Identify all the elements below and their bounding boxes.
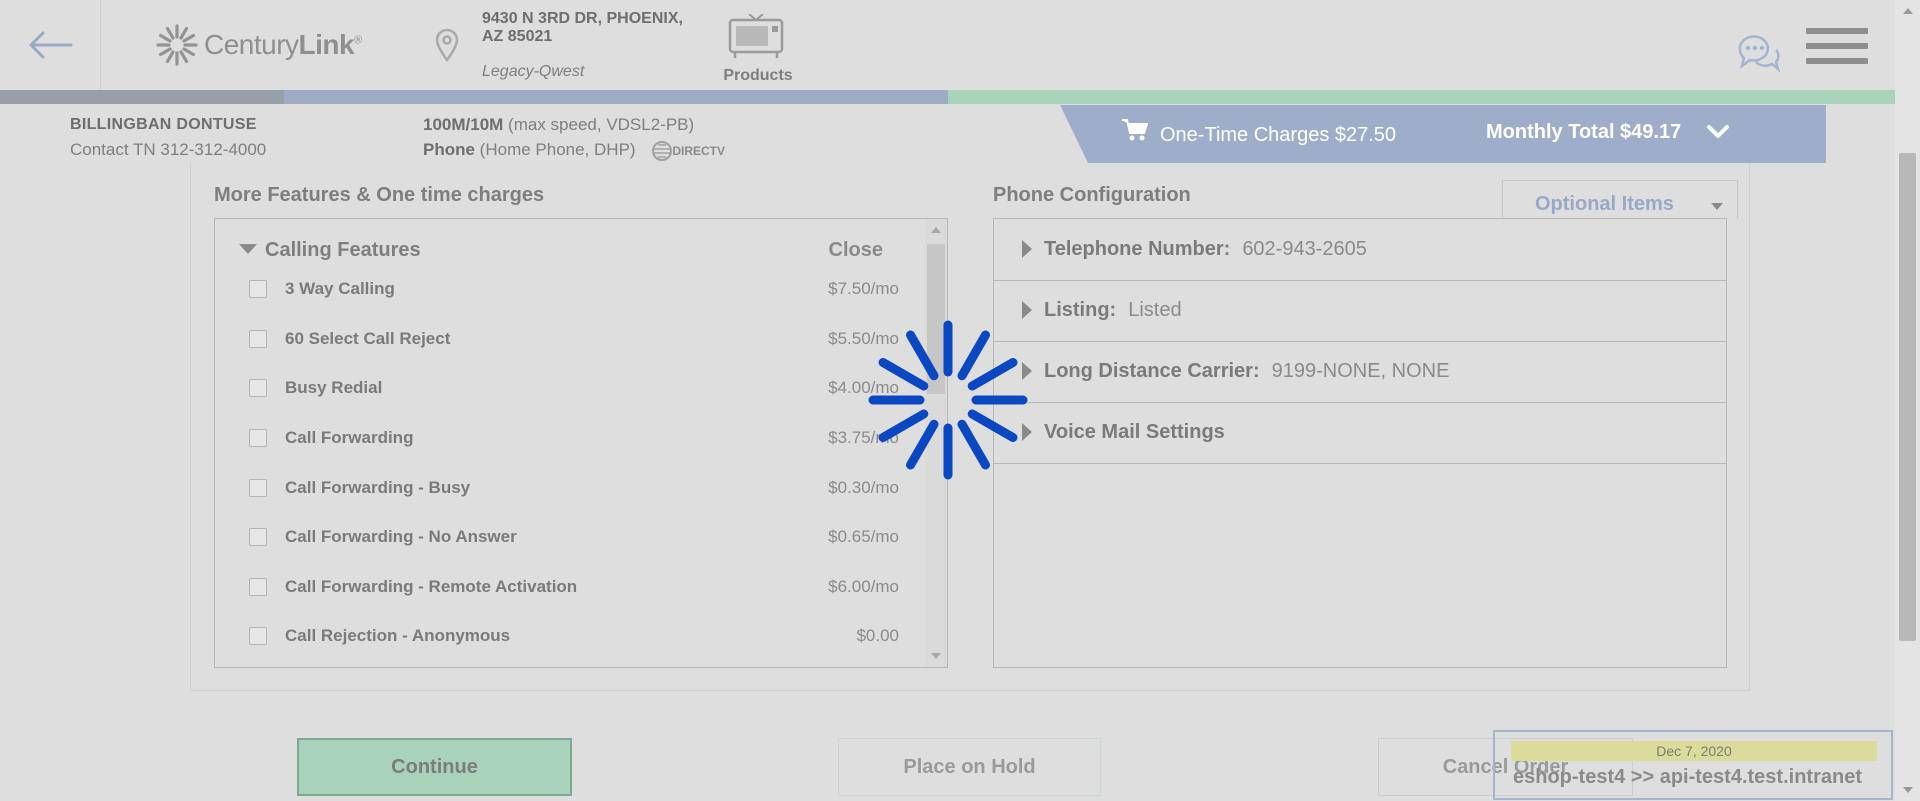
feature-item[interactable]: 3 Way Calling $7.50/mo <box>249 277 899 301</box>
chevron-down-icon[interactable] <box>1706 124 1730 140</box>
scroll-down-arrow-icon[interactable] <box>931 653 941 659</box>
feature-checkbox[interactable] <box>249 280 267 298</box>
scroll-down-arrow-icon[interactable] <box>1903 787 1913 793</box>
feature-checkbox[interactable] <box>249 479 267 497</box>
config-row-voice-mail-settings[interactable]: Voice Mail Settings <box>994 402 1726 464</box>
progress-strip-segment-3 <box>948 90 1895 104</box>
calling-features-list: Calling Features Close 3 Way Calling $7.5… <box>214 218 948 668</box>
continue-button[interactable]: Continue <box>297 738 572 796</box>
back-button[interactable] <box>0 0 101 90</box>
app-header: CenturyLink® 9430 N 3RD DR, PHOENIX, AZ … <box>0 0 1895 90</box>
att-globe-icon <box>652 140 673 161</box>
service-address: 9430 N 3RD DR, PHOENIX, AZ 85021 <box>482 10 683 46</box>
logo-wordmark: CenturyLink® <box>204 29 362 60</box>
customer-contact-tn: Contact TN 312-312-4000 <box>70 140 267 159</box>
optional-items-label: Optional Items <box>1535 193 1674 215</box>
config-row-telephone-number[interactable]: Telephone Number: 602-943-2605 <box>994 219 1726 281</box>
centurylink-logo[interactable]: CenturyLink® <box>156 24 362 66</box>
feature-checkbox[interactable] <box>249 379 267 397</box>
feature-item[interactable]: Busy Redial $4.00/mo <box>249 376 899 400</box>
scroll-up-arrow-icon[interactable] <box>931 227 941 233</box>
feature-checkbox[interactable] <box>249 578 267 596</box>
progress-strip-segment-2 <box>284 90 948 104</box>
environment-host: eshop-test4 >> api-test4.test.intranet <box>1513 766 1862 788</box>
config-row-listing[interactable]: Listing: Listed <box>994 280 1726 342</box>
feature-item[interactable]: Call Forwarding - Busy $0.30/mo <box>249 476 899 500</box>
feature-item[interactable]: Call Forwarding - No Answer $0.65/mo <box>249 525 899 549</box>
more-features-title: More Features & One time charges <box>214 184 545 206</box>
feature-item[interactable]: Call Rejection - Anonymous $0.00 <box>249 624 899 648</box>
products-button[interactable]: Products <box>720 13 796 85</box>
products-label: Products <box>723 67 793 84</box>
phone-configuration-title: Phone Configuration <box>993 184 1191 206</box>
page-scrollbar-thumb[interactable] <box>1899 153 1916 641</box>
config-row-long-distance-carrier[interactable]: Long Distance Carrier: 9199-NONE, NONE <box>994 341 1726 403</box>
feature-checkbox[interactable] <box>249 528 267 546</box>
feature-checkbox[interactable] <box>249 627 267 645</box>
caret-right-icon <box>1022 240 1032 258</box>
place-on-hold-button[interactable]: Place on Hold <box>838 738 1101 796</box>
products-icon <box>728 13 784 58</box>
feature-checkbox[interactable] <box>249 330 267 348</box>
scroll-up-arrow-icon[interactable] <box>1903 8 1913 14</box>
environment-date: Dec 7, 2020 <box>1511 741 1877 761</box>
progress-strip-segment-1 <box>0 90 284 104</box>
caret-down-icon <box>1711 203 1723 210</box>
address-line-2: AZ 85021 <box>482 28 553 45</box>
location-pin-icon <box>435 28 459 62</box>
feature-checkbox[interactable] <box>249 429 267 447</box>
hamburger-menu-icon[interactable] <box>1806 28 1868 73</box>
back-arrow-icon <box>29 31 73 59</box>
account-type: Legacy-Qwest <box>482 63 585 80</box>
address-line-1: 9430 N 3RD DR, PHOENIX, <box>482 10 683 27</box>
feature-item[interactable]: Call Forwarding $3.75/mo <box>249 426 899 450</box>
caret-down-icon <box>239 243 257 254</box>
caret-right-icon <box>1022 301 1032 319</box>
directv-logo: DIRECTV <box>652 140 725 161</box>
centurylink-logo-icon <box>156 24 198 66</box>
customer-name: BILLINGBAN DONTUSE <box>70 116 257 133</box>
close-features-link[interactable]: Close <box>829 239 883 262</box>
page-scrollbar[interactable] <box>1895 0 1920 801</box>
feature-item[interactable]: 60 Select Call Reject $5.50/mo <box>249 327 899 351</box>
chat-icon[interactable] <box>1734 28 1780 74</box>
cart-icon <box>1122 119 1148 141</box>
calling-features-toggle[interactable]: Calling Features <box>239 239 421 262</box>
environment-badge: Dec 7, 2020 eshop-test4 >> api-test4.tes… <box>1493 730 1893 800</box>
phone-service-summary: Phone (Home Phone, DHP) DIRECTV <box>423 140 725 161</box>
phone-configuration-list: Telephone Number: 602-943-2605 Listing: Li… <box>993 218 1727 668</box>
internet-service-summary: 100M/10M (max speed, VDSL2-PB) <box>423 115 695 134</box>
monthly-total[interactable]: Monthly Total $49.17 <box>1486 121 1681 144</box>
loading-spinner-icon <box>868 320 1028 480</box>
feature-item[interactable]: Call Forwarding - Remote Activation $6.00… <box>249 575 899 599</box>
one-time-charges[interactable]: One-Time Charges $27.50 <box>1160 124 1396 147</box>
optional-items-dropdown[interactable]: Optional Items <box>1502 180 1738 219</box>
